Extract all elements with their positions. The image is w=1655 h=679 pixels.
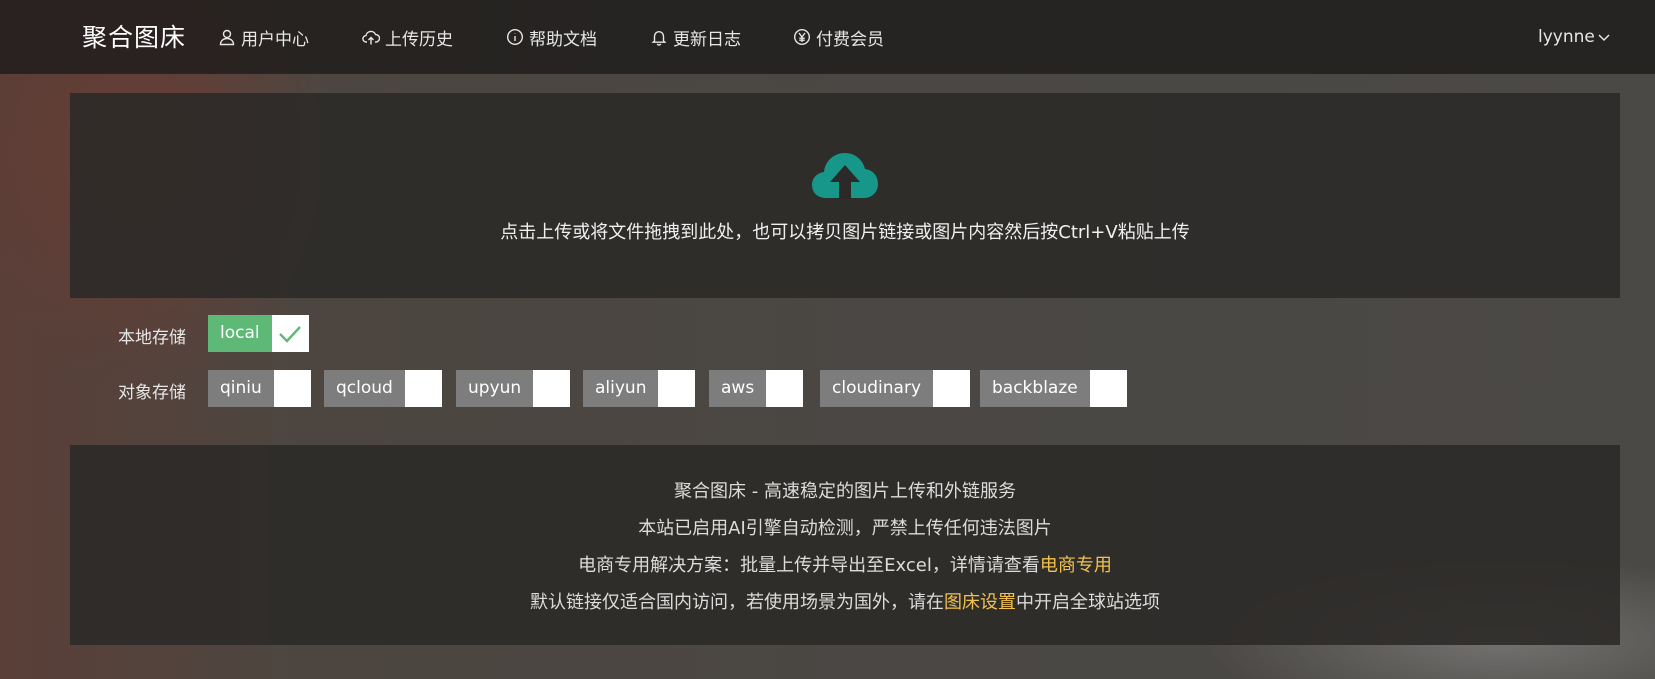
top-nav: 聚合图床 用户中心 上传历史 帮助文档 更新日志 付费会员 lyynne	[0, 0, 1655, 74]
check-icon	[279, 325, 302, 343]
user-icon	[219, 29, 235, 46]
nav-upload-history[interactable]: 上传历史	[362, 24, 453, 50]
ecommerce-link[interactable]: 电商专用	[1040, 555, 1112, 576]
checkbox[interactable]	[1089, 370, 1127, 407]
storage-option-name: aliyun	[583, 370, 659, 407]
storage-option-name: aws	[709, 370, 767, 407]
nav-label: 帮助文档	[529, 29, 597, 50]
nav-user-center[interactable]: 用户中心	[218, 24, 309, 50]
storage-option-name: cloudinary	[820, 370, 934, 407]
info-panel	[70, 445, 1620, 645]
storage-option-name: upyun	[456, 370, 534, 407]
storage-option-backblaze[interactable]: backblaze	[980, 370, 1127, 407]
cloud-upload-icon	[362, 30, 380, 45]
checkbox[interactable]	[404, 370, 442, 407]
checkbox[interactable]	[533, 370, 571, 407]
info-line-2: 本站已启用AI引擎自动检测，严禁上传任何违法图片	[638, 518, 1052, 539]
checkbox[interactable]	[658, 370, 696, 407]
nav-label: 付费会员	[816, 29, 884, 50]
storage-option-name: local	[208, 315, 272, 352]
storage-option-local[interactable]: local	[208, 315, 309, 352]
checkbox[interactable]	[766, 370, 804, 407]
nav-help-docs[interactable]: 帮助文档	[506, 24, 597, 50]
chevron-down-icon	[1598, 34, 1610, 42]
info-icon	[506, 28, 524, 46]
storage-option-upyun[interactable]: upyun	[456, 370, 571, 407]
checkbox[interactable]	[271, 315, 309, 352]
image-settings-link[interactable]: 图床设置	[944, 592, 1016, 613]
nav-membership[interactable]: 付费会员	[793, 24, 884, 50]
info-text: 电商专用解决方案：批量上传并导出至Excel，详情请查看	[578, 555, 1040, 576]
user-menu[interactable]: lyynne	[1538, 24, 1611, 50]
info-line-4: 默认链接仅适合国内访问，若使用场景为国外，请在图床设置中开启全球站选项	[70, 588, 1620, 614]
storage-option-aliyun[interactable]: aliyun	[583, 370, 696, 407]
info-text: 默认链接仅适合国内访问，若使用场景为国外，请在	[530, 592, 944, 613]
storage-option-name: qiniu	[208, 370, 274, 407]
upload-hint: 点击上传或将文件拖拽到此处，也可以拷贝图片链接或图片内容然后按Ctrl+V粘贴上…	[500, 222, 1190, 243]
checkbox[interactable]	[933, 370, 971, 407]
site-logo[interactable]: 聚合图床	[82, 18, 186, 54]
info-line-3: 电商专用解决方案：批量上传并导出至Excel，详情请查看电商专用	[70, 551, 1620, 577]
nav-label: 用户中心	[241, 29, 309, 50]
nav-label: 更新日志	[673, 29, 741, 50]
nav-label: 上传历史	[385, 29, 453, 50]
checkbox[interactable]	[273, 370, 311, 407]
local-storage-label: 本地存储	[118, 328, 186, 348]
info-line-1: 聚合图床 - 高速稳定的图片上传和外链服务	[674, 481, 1016, 502]
bell-icon	[651, 31, 667, 46]
yen-icon	[793, 28, 811, 46]
cloud-upload-icon[interactable]	[812, 152, 878, 200]
storage-option-cloudinary[interactable]: cloudinary	[820, 370, 971, 407]
nav-changelog[interactable]: 更新日志	[650, 24, 741, 50]
info-text: 中开启全球站选项	[1016, 592, 1160, 613]
storage-option-name: qcloud	[324, 370, 405, 407]
storage-option-name: backblaze	[980, 370, 1090, 407]
storage-option-aws[interactable]: aws	[709, 370, 804, 407]
object-storage-label: 对象存储	[118, 383, 186, 403]
storage-option-qcloud[interactable]: qcloud	[324, 370, 442, 407]
username: lyynne	[1538, 27, 1595, 47]
storage-option-qiniu[interactable]: qiniu	[208, 370, 311, 407]
